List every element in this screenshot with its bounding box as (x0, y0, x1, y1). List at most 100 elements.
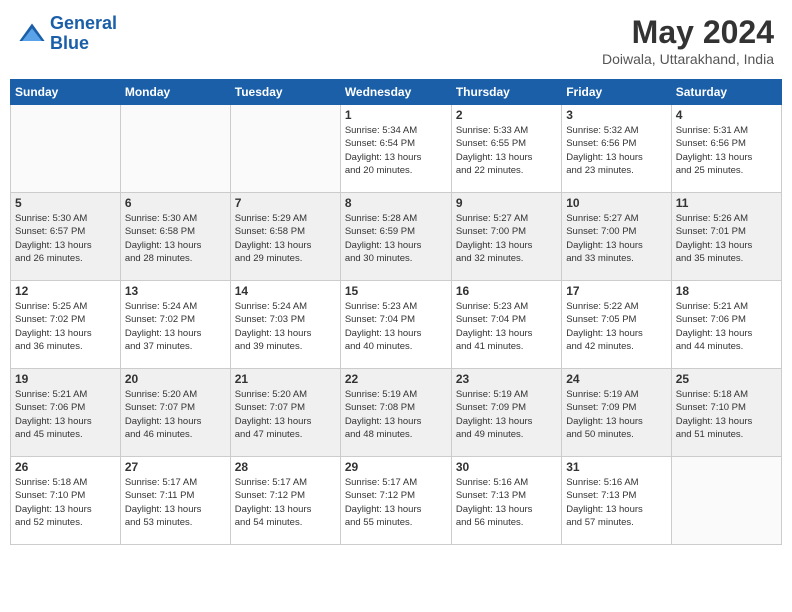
calendar-cell: 13Sunrise: 5:24 AM Sunset: 7:02 PM Dayli… (120, 281, 230, 369)
day-info: Sunrise: 5:32 AM Sunset: 6:56 PM Dayligh… (566, 124, 666, 177)
calendar-cell: 10Sunrise: 5:27 AM Sunset: 7:00 PM Dayli… (562, 193, 671, 281)
day-info: Sunrise: 5:17 AM Sunset: 7:11 PM Dayligh… (125, 476, 226, 529)
calendar-week-row: 12 Sunrise: 5:25 AM Sunset: 7:02 PM Dayli… (11, 281, 782, 369)
day-number: 28 (235, 460, 336, 474)
title-block: May 2024 Doiwala, Uttarakhand, India (602, 14, 774, 67)
calendar-cell: 5Sunrise: 5:30 AM Sunset: 6:57 PM Daylig… (11, 193, 121, 281)
calendar-cell: 22Sunrise: 5:19 AM Sunset: 7:08 PM Dayli… (340, 369, 451, 457)
calendar-cell: 15 Sunrise: 5:23 AM Sunset: 7:04 PM Dayli… (340, 281, 451, 369)
calendar-week-row: 19 Sunrise: 5:21 AM Sunset: 7:06 PM Dayli… (11, 369, 782, 457)
day-info: Sunrise: 5:23 AM Sunset: 7:04 PM Dayligh… (345, 300, 447, 353)
day-number: 14 (235, 284, 336, 298)
day-info: Sunrise: 5:16 AM Sunset: 7:13 PM Dayligh… (566, 476, 666, 529)
calendar-cell: 24 Sunrise: 5:19 AM Sunset: 7:09 PM Dayli… (562, 369, 671, 457)
day-number: 31 (566, 460, 666, 474)
day-info: Sunrise: 5:17 AM Sunset: 7:12 PM Dayligh… (345, 476, 447, 529)
day-number: 9 (456, 196, 557, 210)
day-number: 29 (345, 460, 447, 474)
calendar-cell: 31 Sunrise: 5:16 AM Sunset: 7:13 PM Dayli… (562, 457, 671, 545)
day-number: 1 (345, 108, 447, 122)
weekday-header: Thursday (451, 80, 561, 105)
day-info: Sunrise: 5:23 AM Sunset: 7:04 PM Dayligh… (456, 300, 557, 353)
day-info: Sunrise: 5:21 AM Sunset: 7:06 PM Dayligh… (676, 300, 777, 353)
day-info: Sunrise: 5:21 AM Sunset: 7:06 PM Dayligh… (15, 388, 116, 441)
calendar-week-row: 1 Sunrise: 5:34 AM Sunset: 6:54 PM Daylig… (11, 105, 782, 193)
day-number: 17 (566, 284, 666, 298)
day-info: Sunrise: 5:20 AM Sunset: 7:07 PM Dayligh… (235, 388, 336, 441)
day-info: Sunrise: 5:24 AM Sunset: 7:03 PM Dayligh… (235, 300, 336, 353)
day-info: Sunrise: 5:20 AM Sunset: 7:07 PM Dayligh… (125, 388, 226, 441)
day-number: 15 (345, 284, 447, 298)
calendar-cell: 21Sunrise: 5:20 AM Sunset: 7:07 PM Dayli… (230, 369, 340, 457)
day-info: Sunrise: 5:19 AM Sunset: 7:09 PM Dayligh… (566, 388, 666, 441)
logo: General Blue (18, 14, 117, 54)
calendar-cell: 20 Sunrise: 5:20 AM Sunset: 7:07 PM Dayli… (120, 369, 230, 457)
weekday-header: Friday (562, 80, 671, 105)
day-number: 27 (125, 460, 226, 474)
day-info: Sunrise: 5:34 AM Sunset: 6:54 PM Dayligh… (345, 124, 447, 177)
day-number: 20 (125, 372, 226, 386)
day-number: 19 (15, 372, 116, 386)
day-info: Sunrise: 5:31 AM Sunset: 6:56 PM Dayligh… (676, 124, 777, 177)
calendar-cell: 19 Sunrise: 5:21 AM Sunset: 7:06 PM Dayli… (11, 369, 121, 457)
day-info: Sunrise: 5:25 AM Sunset: 7:02 PM Dayligh… (15, 300, 116, 353)
calendar-cell: 17 Sunrise: 5:22 AM Sunset: 7:05 PM Dayli… (562, 281, 671, 369)
day-info: Sunrise: 5:18 AM Sunset: 7:10 PM Dayligh… (15, 476, 116, 529)
calendar-table: SundayMondayTuesdayWednesdayThursdayFrid… (10, 79, 782, 545)
calendar-cell: 12 Sunrise: 5:25 AM Sunset: 7:02 PM Dayli… (11, 281, 121, 369)
day-number: 2 (456, 108, 557, 122)
calendar-cell: 7Sunrise: 5:29 AM Sunset: 6:58 PM Daylig… (230, 193, 340, 281)
day-number: 26 (15, 460, 116, 474)
month-year: May 2024 (602, 14, 774, 51)
day-number: 10 (566, 196, 666, 210)
day-info: Sunrise: 5:28 AM Sunset: 6:59 PM Dayligh… (345, 212, 447, 265)
weekday-header: Sunday (11, 80, 121, 105)
weekday-header: Saturday (671, 80, 781, 105)
day-number: 23 (456, 372, 557, 386)
calendar-cell: 26 Sunrise: 5:18 AM Sunset: 7:10 PM Dayli… (11, 457, 121, 545)
calendar-cell: 30Sunrise: 5:16 AM Sunset: 7:13 PM Dayli… (451, 457, 561, 545)
weekday-header: Wednesday (340, 80, 451, 105)
calendar-cell: 6Sunrise: 5:30 AM Sunset: 6:58 PM Daylig… (120, 193, 230, 281)
calendar-cell (11, 105, 121, 193)
calendar-week-row: 5Sunrise: 5:30 AM Sunset: 6:57 PM Daylig… (11, 193, 782, 281)
calendar-cell: 3Sunrise: 5:32 AM Sunset: 6:56 PM Daylig… (562, 105, 671, 193)
calendar-cell: 4 Sunrise: 5:31 AM Sunset: 6:56 PM Daylig… (671, 105, 781, 193)
day-number: 11 (676, 196, 777, 210)
day-number: 12 (15, 284, 116, 298)
day-number: 18 (676, 284, 777, 298)
calendar-header-row: SundayMondayTuesdayWednesdayThursdayFrid… (11, 80, 782, 105)
calendar-cell: 2 Sunrise: 5:33 AM Sunset: 6:55 PM Daylig… (451, 105, 561, 193)
day-info: Sunrise: 5:24 AM Sunset: 7:02 PM Dayligh… (125, 300, 226, 353)
calendar-cell: 23Sunrise: 5:19 AM Sunset: 7:09 PM Dayli… (451, 369, 561, 457)
logo-text: General Blue (50, 14, 117, 54)
day-number: 4 (676, 108, 777, 122)
calendar-cell: 27 Sunrise: 5:17 AM Sunset: 7:11 PM Dayli… (120, 457, 230, 545)
calendar-cell: 1 Sunrise: 5:34 AM Sunset: 6:54 PM Daylig… (340, 105, 451, 193)
weekday-header: Monday (120, 80, 230, 105)
calendar-cell: 16Sunrise: 5:23 AM Sunset: 7:04 PM Dayli… (451, 281, 561, 369)
calendar-cell: 28 Sunrise: 5:17 AM Sunset: 7:12 PM Dayli… (230, 457, 340, 545)
day-info: Sunrise: 5:17 AM Sunset: 7:12 PM Dayligh… (235, 476, 336, 529)
calendar-cell: 14 Sunrise: 5:24 AM Sunset: 7:03 PM Dayli… (230, 281, 340, 369)
day-number: 8 (345, 196, 447, 210)
day-number: 22 (345, 372, 447, 386)
day-info: Sunrise: 5:22 AM Sunset: 7:05 PM Dayligh… (566, 300, 666, 353)
weekday-header: Tuesday (230, 80, 340, 105)
day-info: Sunrise: 5:30 AM Sunset: 6:57 PM Dayligh… (15, 212, 116, 265)
day-info: Sunrise: 5:33 AM Sunset: 6:55 PM Dayligh… (456, 124, 557, 177)
calendar-cell: 29 Sunrise: 5:17 AM Sunset: 7:12 PM Dayli… (340, 457, 451, 545)
day-number: 6 (125, 196, 226, 210)
calendar-cell: 25Sunrise: 5:18 AM Sunset: 7:10 PM Dayli… (671, 369, 781, 457)
day-number: 30 (456, 460, 557, 474)
calendar-cell: 9Sunrise: 5:27 AM Sunset: 7:00 PM Daylig… (451, 193, 561, 281)
calendar-week-row: 26 Sunrise: 5:18 AM Sunset: 7:10 PM Dayli… (11, 457, 782, 545)
day-info: Sunrise: 5:26 AM Sunset: 7:01 PM Dayligh… (676, 212, 777, 265)
day-info: Sunrise: 5:18 AM Sunset: 7:10 PM Dayligh… (676, 388, 777, 441)
day-number: 24 (566, 372, 666, 386)
page-header: General Blue May 2024 Doiwala, Uttarakha… (10, 10, 782, 71)
logo-icon (18, 20, 46, 48)
calendar-cell: 8 Sunrise: 5:28 AM Sunset: 6:59 PM Daylig… (340, 193, 451, 281)
calendar-cell (671, 457, 781, 545)
calendar-cell (230, 105, 340, 193)
